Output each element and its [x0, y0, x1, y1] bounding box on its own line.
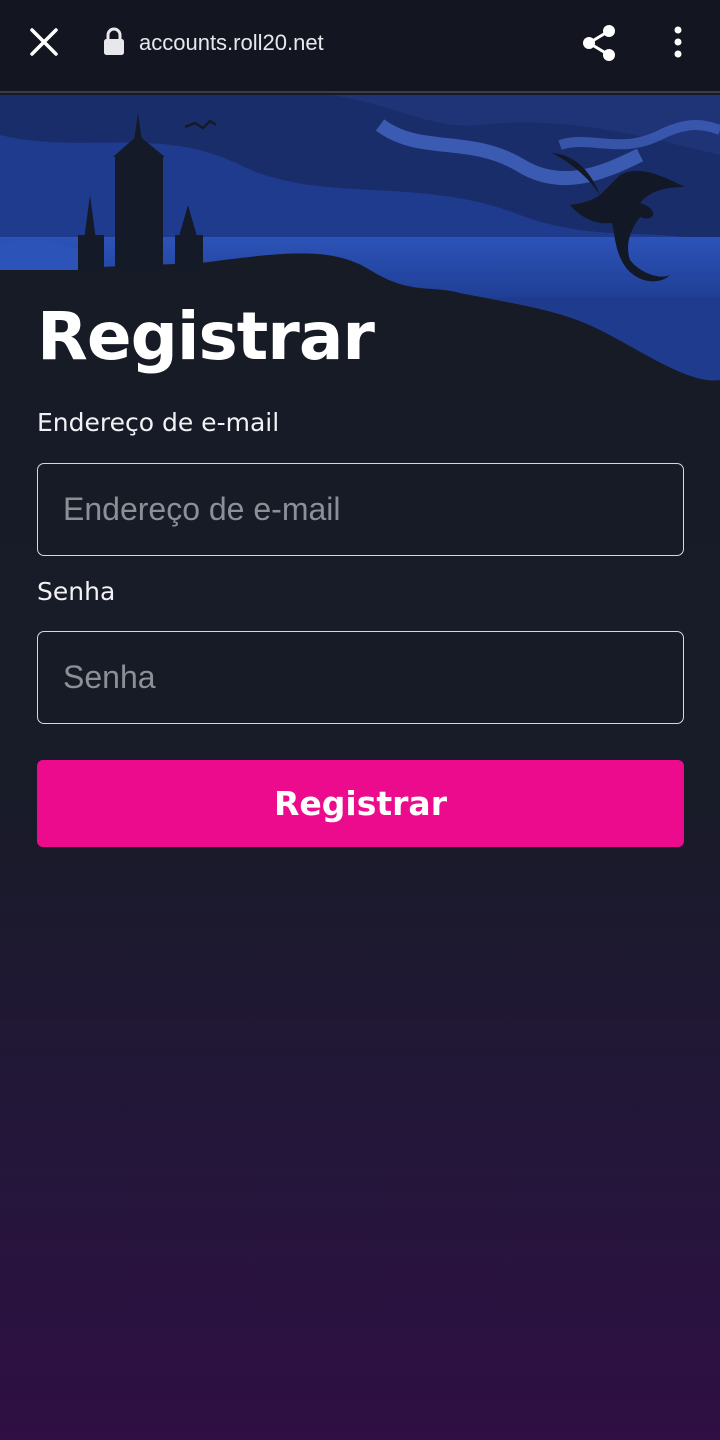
- share-button[interactable]: [578, 22, 620, 64]
- email-label: Endereço de e-mail: [37, 408, 280, 437]
- password-label: Senha: [37, 577, 116, 606]
- register-button[interactable]: Registrar: [37, 760, 684, 847]
- email-field[interactable]: [37, 463, 684, 556]
- browser-toolbar: accounts.roll20.net: [0, 0, 720, 93]
- share-icon: [583, 25, 615, 61]
- more-vert-icon: [674, 26, 682, 58]
- page-title: Registrar: [37, 298, 375, 375]
- close-button[interactable]: [24, 22, 64, 62]
- more-options-button[interactable]: [664, 22, 692, 64]
- password-field[interactable]: [37, 631, 684, 724]
- lock-icon: [102, 27, 126, 57]
- url-bar[interactable]: accounts.roll20.net: [139, 30, 324, 56]
- close-icon: [30, 28, 58, 56]
